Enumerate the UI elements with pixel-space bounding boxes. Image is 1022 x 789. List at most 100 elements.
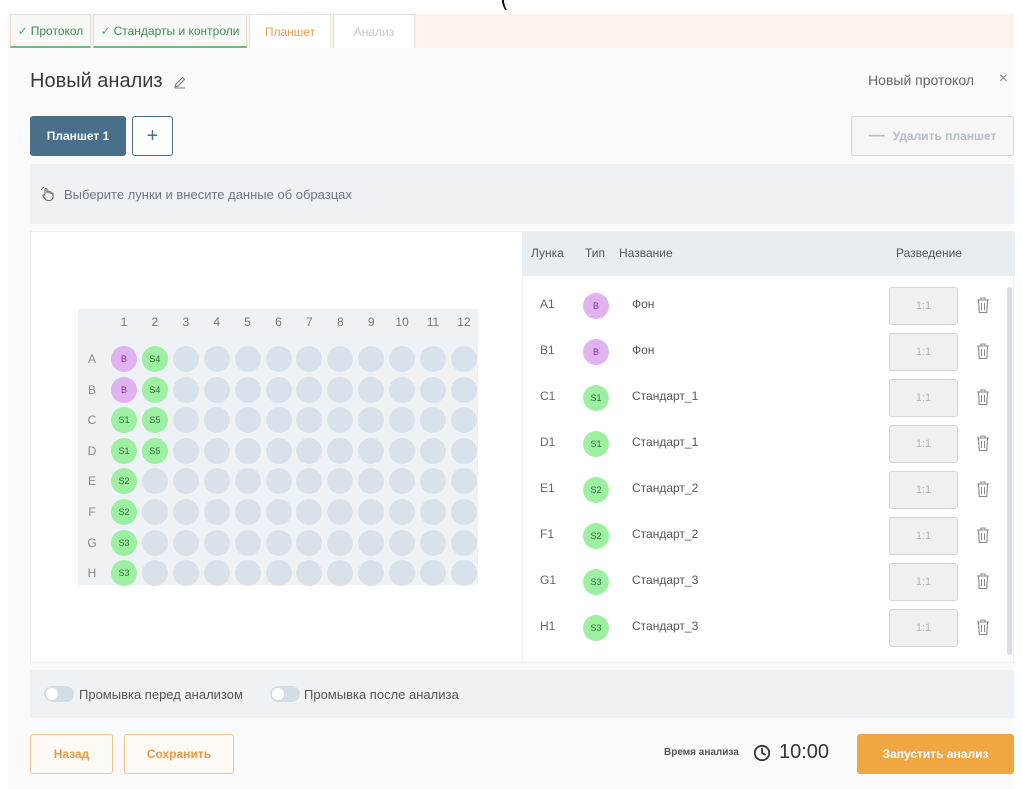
well-D8[interactable] (327, 437, 354, 464)
table-row[interactable]: F1 S2 Стандарт_2 1:1 (523, 513, 1015, 559)
well-F3[interactable] (172, 499, 199, 525)
well-H9[interactable] (358, 560, 385, 587)
well-F1[interactable]: S2 (111, 499, 137, 525)
column-number[interactable]: 5 (234, 315, 262, 329)
well-B7[interactable] (296, 376, 323, 403)
well-D9[interactable] (358, 437, 385, 464)
table-row[interactable]: H1 S3 Стандарт_3 1:1 (523, 605, 1015, 651)
table-scrollbar[interactable] (1007, 287, 1012, 655)
table-row[interactable]: B1 B Фон 1:1 (523, 329, 1015, 375)
well-A8[interactable] (327, 346, 354, 372)
row-letter[interactable]: B (80, 383, 104, 397)
tab-plate[interactable]: Планшет (249, 14, 331, 48)
well-E11[interactable] (420, 468, 446, 495)
well-G1[interactable]: S3 (111, 529, 137, 556)
well-F2[interactable] (141, 499, 168, 525)
row-letter[interactable]: C (80, 413, 104, 427)
column-number[interactable]: 4 (203, 315, 231, 329)
well-C1[interactable]: S1 (111, 407, 137, 434)
well-F12[interactable] (450, 499, 477, 525)
well-H12[interactable] (450, 560, 477, 587)
well-A2[interactable]: S4 (141, 346, 168, 372)
well-F8[interactable] (327, 499, 354, 525)
well-E2[interactable] (141, 468, 168, 495)
well-H5[interactable] (234, 560, 261, 587)
well-A3[interactable] (172, 346, 199, 372)
well-D12[interactable] (450, 437, 477, 464)
row-letter[interactable]: E (80, 474, 104, 488)
well-E4[interactable] (203, 468, 230, 495)
well-F11[interactable] (420, 499, 446, 525)
wash-after-toggle[interactable] (270, 686, 300, 702)
well-D1[interactable]: S1 (111, 437, 137, 464)
column-number[interactable]: 9 (357, 315, 385, 329)
tab-protocol[interactable]: ✓ Протокол (10, 14, 91, 48)
plate-tab-1[interactable]: Планшет 1 (30, 116, 126, 156)
well-F10[interactable] (389, 499, 416, 525)
column-number[interactable]: 2 (141, 315, 169, 329)
well-B1[interactable]: B (111, 376, 137, 403)
column-number[interactable]: 7 (295, 315, 323, 329)
well-B6[interactable] (265, 376, 292, 403)
well-C3[interactable] (172, 407, 199, 434)
dilution-input[interactable]: 1:1 (889, 425, 958, 463)
well-E7[interactable] (296, 468, 323, 495)
column-number[interactable]: 3 (172, 315, 200, 329)
well-E10[interactable] (389, 468, 416, 495)
well-C8[interactable] (327, 407, 354, 434)
dilution-input[interactable]: 1:1 (889, 287, 958, 325)
well-A9[interactable] (358, 346, 385, 372)
well-C10[interactable] (389, 407, 416, 434)
dilution-input[interactable]: 1:1 (889, 333, 958, 371)
well-A12[interactable] (450, 346, 477, 372)
add-plate-button[interactable]: + (132, 116, 173, 156)
well-H6[interactable] (265, 560, 292, 587)
well-H11[interactable] (420, 560, 446, 587)
delete-plate-button[interactable]: — Удалить планшет (851, 116, 1014, 156)
dilution-input[interactable]: 1:1 (889, 563, 958, 601)
trash-icon[interactable] (976, 296, 990, 314)
well-B11[interactable] (420, 376, 446, 403)
column-number[interactable]: 11 (419, 315, 447, 329)
well-C7[interactable] (296, 407, 323, 434)
dilution-input[interactable]: 1:1 (889, 379, 958, 417)
well-H8[interactable] (327, 560, 354, 587)
well-A5[interactable] (234, 346, 261, 372)
tab-standards[interactable]: ✓ Стандарты и контроли (93, 14, 247, 48)
well-H2[interactable] (141, 560, 168, 587)
well-F9[interactable] (358, 499, 385, 525)
back-button[interactable]: Назад (30, 734, 113, 774)
well-A4[interactable] (203, 346, 230, 372)
well-A10[interactable] (389, 346, 416, 372)
column-number[interactable]: 6 (265, 315, 293, 329)
well-G8[interactable] (327, 529, 354, 556)
well-D5[interactable] (234, 437, 261, 464)
well-E3[interactable] (172, 468, 199, 495)
well-G11[interactable] (420, 529, 446, 556)
well-D11[interactable] (420, 437, 446, 464)
well-C12[interactable] (450, 407, 477, 434)
well-H3[interactable] (172, 560, 199, 587)
well-G2[interactable] (141, 529, 168, 556)
well-G12[interactable] (450, 529, 477, 556)
well-B12[interactable] (450, 376, 477, 403)
well-D2[interactable]: S5 (141, 437, 168, 464)
well-D10[interactable] (389, 437, 416, 464)
well-C5[interactable] (234, 407, 261, 434)
well-G4[interactable] (203, 529, 230, 556)
well-B9[interactable] (358, 376, 385, 403)
row-letter[interactable]: H (80, 566, 104, 580)
dilution-input[interactable]: 1:1 (889, 471, 958, 509)
well-F4[interactable] (203, 499, 230, 525)
well-H10[interactable] (389, 560, 416, 587)
dilution-input[interactable]: 1:1 (889, 517, 958, 555)
well-F6[interactable] (265, 499, 292, 525)
well-G6[interactable] (265, 529, 292, 556)
table-row[interactable]: D1 S1 Стандарт_1 1:1 (523, 421, 1015, 467)
table-row[interactable]: G1 S3 Стандарт_3 1:1 (523, 559, 1015, 605)
well-B2[interactable]: S4 (141, 376, 168, 403)
well-G10[interactable] (389, 529, 416, 556)
well-A6[interactable] (265, 346, 292, 372)
dilution-input[interactable]: 1:1 (889, 609, 958, 647)
well-E9[interactable] (358, 468, 385, 495)
